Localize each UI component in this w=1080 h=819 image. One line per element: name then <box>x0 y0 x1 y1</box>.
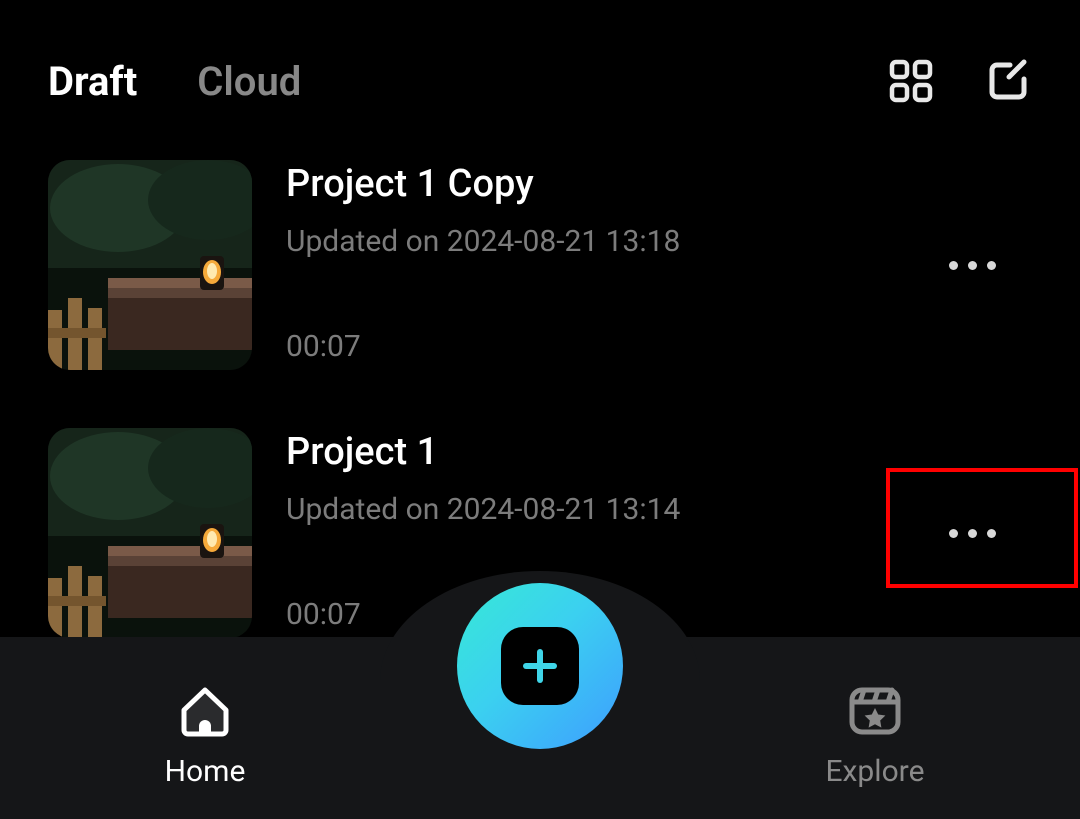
bottom-nav: Home Explore <box>0 637 1080 819</box>
project-row[interactable]: Project 1 Copy Updated on 2024-08-21 13:… <box>48 160 1032 370</box>
project-title: Project 1 Copy <box>286 162 878 206</box>
header-tabs: Draft Cloud <box>48 58 301 105</box>
project-list: Project 1 Copy Updated on 2024-08-21 13:… <box>0 120 1080 638</box>
tab-cloud[interactable]: Cloud <box>197 58 301 105</box>
grid-view-icon[interactable] <box>888 58 934 104</box>
project-updated: Updated on 2024-08-21 13:18 <box>286 224 878 259</box>
edit-icon[interactable] <box>986 58 1032 104</box>
project-actions <box>912 160 1032 370</box>
nav-explore-label: Explore <box>826 754 925 789</box>
plus-icon <box>501 627 579 705</box>
project-actions <box>912 428 1032 638</box>
project-title: Project 1 <box>286 430 878 474</box>
project-thumbnail <box>48 160 252 370</box>
app-root: Draft Cloud <box>0 0 1080 819</box>
nav-home[interactable]: Home <box>0 637 410 819</box>
home-icon <box>174 680 236 742</box>
more-icon[interactable] <box>929 509 1016 558</box>
nav-home-label: Home <box>165 754 246 789</box>
project-thumbnail <box>48 428 252 638</box>
fab-new-project[interactable] <box>457 583 623 749</box>
header-actions <box>888 58 1032 104</box>
nav-explore[interactable]: Explore <box>670 637 1080 819</box>
header-bar: Draft Cloud <box>0 0 1080 120</box>
explore-icon <box>844 680 906 742</box>
project-updated: Updated on 2024-08-21 13:14 <box>286 492 878 527</box>
project-meta: Project 1 Copy Updated on 2024-08-21 13:… <box>286 160 878 370</box>
tab-draft[interactable]: Draft <box>48 58 137 105</box>
project-duration: 00:07 <box>286 329 878 364</box>
more-icon[interactable] <box>929 241 1016 290</box>
